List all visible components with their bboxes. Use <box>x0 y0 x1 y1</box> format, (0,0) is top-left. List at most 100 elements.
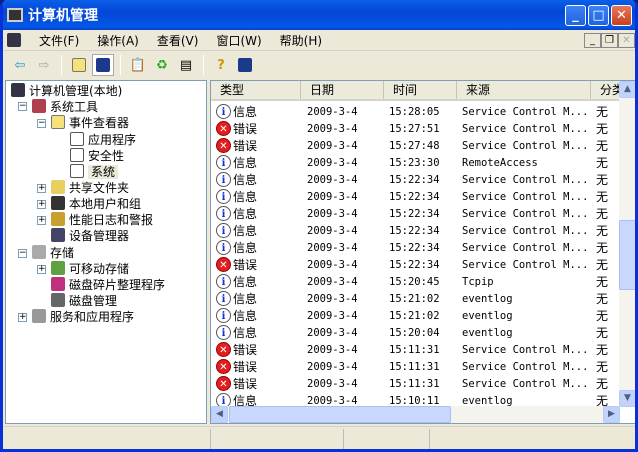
horizontal-scrollbar[interactable]: ◀ ▶ <box>211 406 620 423</box>
scroll-left-button[interactable]: ◀ <box>211 406 228 423</box>
tree-label: 存储 <box>50 246 75 260</box>
cell-type: ✕ 错误 <box>211 341 301 358</box>
log-icon <box>70 132 84 146</box>
cell-source: eventlog <box>462 394 513 407</box>
show-action-pane-icon[interactable] <box>234 54 256 76</box>
table-row[interactable]: i 信息 2009-3-4 15:28:05 Service Control M... 无 <box>211 103 621 120</box>
tree-item-device-manager[interactable]: 设备管理器 <box>51 228 129 244</box>
scroll-right-button[interactable]: ▶ <box>603 406 620 423</box>
table-row[interactable]: ✕ 错误 2009-3-4 15:27:48 Service Control M... 无 <box>211 137 621 154</box>
table-row[interactable]: i 信息 2009-3-4 15:22:34 Service Control M... 无 <box>211 239 621 256</box>
back-icon[interactable]: ⇦ <box>9 54 31 76</box>
menu-action[interactable]: 操作(A) <box>93 32 143 49</box>
cell-time: 15:20:45 <box>389 275 440 288</box>
defrag-icon <box>51 277 65 291</box>
tree-item-removable[interactable]: 可移动存储 <box>51 261 129 277</box>
expand-toggle[interactable]: + <box>37 200 46 209</box>
mdi-minimize-button[interactable]: _ <box>584 33 601 48</box>
tree-item-storage[interactable]: 存储 <box>32 245 74 261</box>
export-list-icon[interactable]: ▤ <box>175 54 197 76</box>
cell-category: 无 <box>596 275 609 289</box>
table-row[interactable]: i 信息 2009-3-4 15:22:34 Service Control M... 无 <box>211 188 621 205</box>
type-label: 错误 <box>233 258 258 272</box>
cell-category: 无 <box>596 326 609 340</box>
cell-time: 15:22:34 <box>389 190 440 203</box>
cell-category: 无 <box>596 292 609 306</box>
tree-item-perf-logs[interactable]: 性能日志和警报 <box>51 212 153 228</box>
menu-window[interactable]: 窗口(W) <box>212 32 265 49</box>
up-folder-icon[interactable] <box>68 54 90 76</box>
column-source[interactable]: 来源 <box>457 81 591 99</box>
tree-item-system-tools[interactable]: 系统工具 <box>32 99 98 115</box>
title-bar[interactable]: 计算机管理 _ □ ✕ <box>3 0 635 30</box>
vertical-scroll-thumb[interactable] <box>619 220 635 290</box>
cell-date: 2009-3-4 <box>307 207 358 220</box>
cell-time: 15:10:11 <box>389 394 440 407</box>
table-row[interactable]: ✕ 错误 2009-3-4 15:11:31 Service Control M... 无 <box>211 358 621 375</box>
tree-label: 磁盘管理 <box>69 294 118 308</box>
menu-bar: 文件(F) 操作(A) 查看(V) 窗口(W) 帮助(H) _ ❐ ✕ <box>3 30 635 51</box>
table-row[interactable]: i 信息 2009-3-4 15:20:04 eventlog 无 <box>211 324 621 341</box>
table-row[interactable]: ✕ 错误 2009-3-4 15:22:34 Service Control M... 无 <box>211 256 621 273</box>
table-row[interactable]: i 信息 2009-3-4 15:22:34 Service Control M... 无 <box>211 222 621 239</box>
table-row[interactable]: i 信息 2009-3-4 15:22:34 Service Control M... 无 <box>211 205 621 222</box>
tree-item-defrag[interactable]: 磁盘碎片整理程序 <box>51 277 165 293</box>
table-row[interactable]: ✕ 错误 2009-3-4 15:11:31 Service Control M... 无 <box>211 341 621 358</box>
cell-source: eventlog <box>462 326 513 339</box>
collapse-toggle[interactable]: − <box>18 102 27 111</box>
tree-item-application-log[interactable]: 应用程序 <box>70 132 136 148</box>
mdi-close-button[interactable]: ✕ <box>618 33 635 48</box>
tree-item-disk-management[interactable]: 磁盘管理 <box>51 293 117 309</box>
cell-type: ✕ 错误 <box>211 358 301 375</box>
help-icon[interactable]: ? <box>210 54 232 76</box>
forward-icon[interactable]: ⇨ <box>33 54 55 76</box>
close-button[interactable]: ✕ <box>611 5 632 26</box>
tree-item-system-log[interactable]: 系统 <box>70 164 119 180</box>
collapse-toggle[interactable]: − <box>37 119 46 128</box>
cell-date: 2009-3-4 <box>307 394 358 407</box>
expand-toggle[interactable]: + <box>18 313 27 322</box>
tree-item-shared-folders[interactable]: 共享文件夹 <box>51 180 129 196</box>
maximize-button[interactable]: □ <box>588 5 609 26</box>
mdi-restore-button[interactable]: ❐ <box>601 33 618 48</box>
computer-icon <box>11 83 25 97</box>
tree-item-local-users[interactable]: 本地用户和组 <box>51 196 141 212</box>
expand-toggle[interactable]: + <box>37 216 46 225</box>
tree-item-security-log[interactable]: 安全性 <box>70 148 124 164</box>
tree-item-services-apps[interactable]: 服务和应用程序 <box>32 309 134 325</box>
column-time[interactable]: 时间 <box>384 81 457 99</box>
vertical-scrollbar[interactable]: ▲ ▼ <box>619 81 635 407</box>
tree-item-event-viewer[interactable]: 事件查看器 <box>51 115 129 131</box>
menu-help[interactable]: 帮助(H) <box>276 32 326 49</box>
table-row[interactable]: ✕ 错误 2009-3-4 15:27:51 Service Control M... 无 <box>211 120 621 137</box>
scroll-up-button[interactable]: ▲ <box>619 81 635 98</box>
show-hide-tree-icon[interactable] <box>92 54 114 76</box>
expand-toggle[interactable]: + <box>37 265 46 274</box>
refresh-icon[interactable]: ♻ <box>151 54 173 76</box>
menu-view[interactable]: 查看(V) <box>153 32 203 49</box>
minimize-button[interactable]: _ <box>565 5 586 26</box>
menu-file[interactable]: 文件(F) <box>35 32 83 49</box>
table-row[interactable]: ✕ 错误 2009-3-4 15:11:31 Service Control M... 无 <box>211 375 621 392</box>
scroll-down-button[interactable]: ▼ <box>619 390 635 407</box>
column-date[interactable]: 日期 <box>301 81 384 99</box>
cell-source: Service Control M... <box>462 139 589 152</box>
table-row[interactable]: i 信息 2009-3-4 15:21:02 eventlog 无 <box>211 290 621 307</box>
table-row[interactable]: i 信息 2009-3-4 15:22:34 Service Control M... 无 <box>211 171 621 188</box>
event-list: 类型 日期 时间 来源 分类 i信息2009-3-415:28:05Servic… <box>210 80 635 424</box>
table-row[interactable]: i 信息 2009-3-4 15:23:30 RemoteAccess 无 <box>211 154 621 171</box>
tree-root[interactable]: 计算机管理(本地) <box>11 83 122 99</box>
cell-time: 15:21:02 <box>389 292 440 305</box>
expand-toggle[interactable]: + <box>37 184 46 193</box>
table-row[interactable]: i 信息 2009-3-4 15:21:02 eventlog 无 <box>211 307 621 324</box>
cell-source: Service Control M... <box>462 360 589 373</box>
collapse-toggle[interactable]: − <box>18 249 27 258</box>
disk-icon <box>51 293 65 307</box>
cell-source: Service Control M... <box>462 377 589 390</box>
table-row[interactable]: i 信息 2009-3-4 15:20:45 Tcpip 无 <box>211 273 621 290</box>
properties-icon[interactable]: 📋 <box>127 54 149 76</box>
horizontal-scroll-thumb[interactable] <box>229 406 451 423</box>
column-type[interactable]: 类型 <box>211 81 301 99</box>
mmc-doc-icon[interactable] <box>7 33 21 47</box>
column-category[interactable]: 分类 <box>591 81 621 99</box>
